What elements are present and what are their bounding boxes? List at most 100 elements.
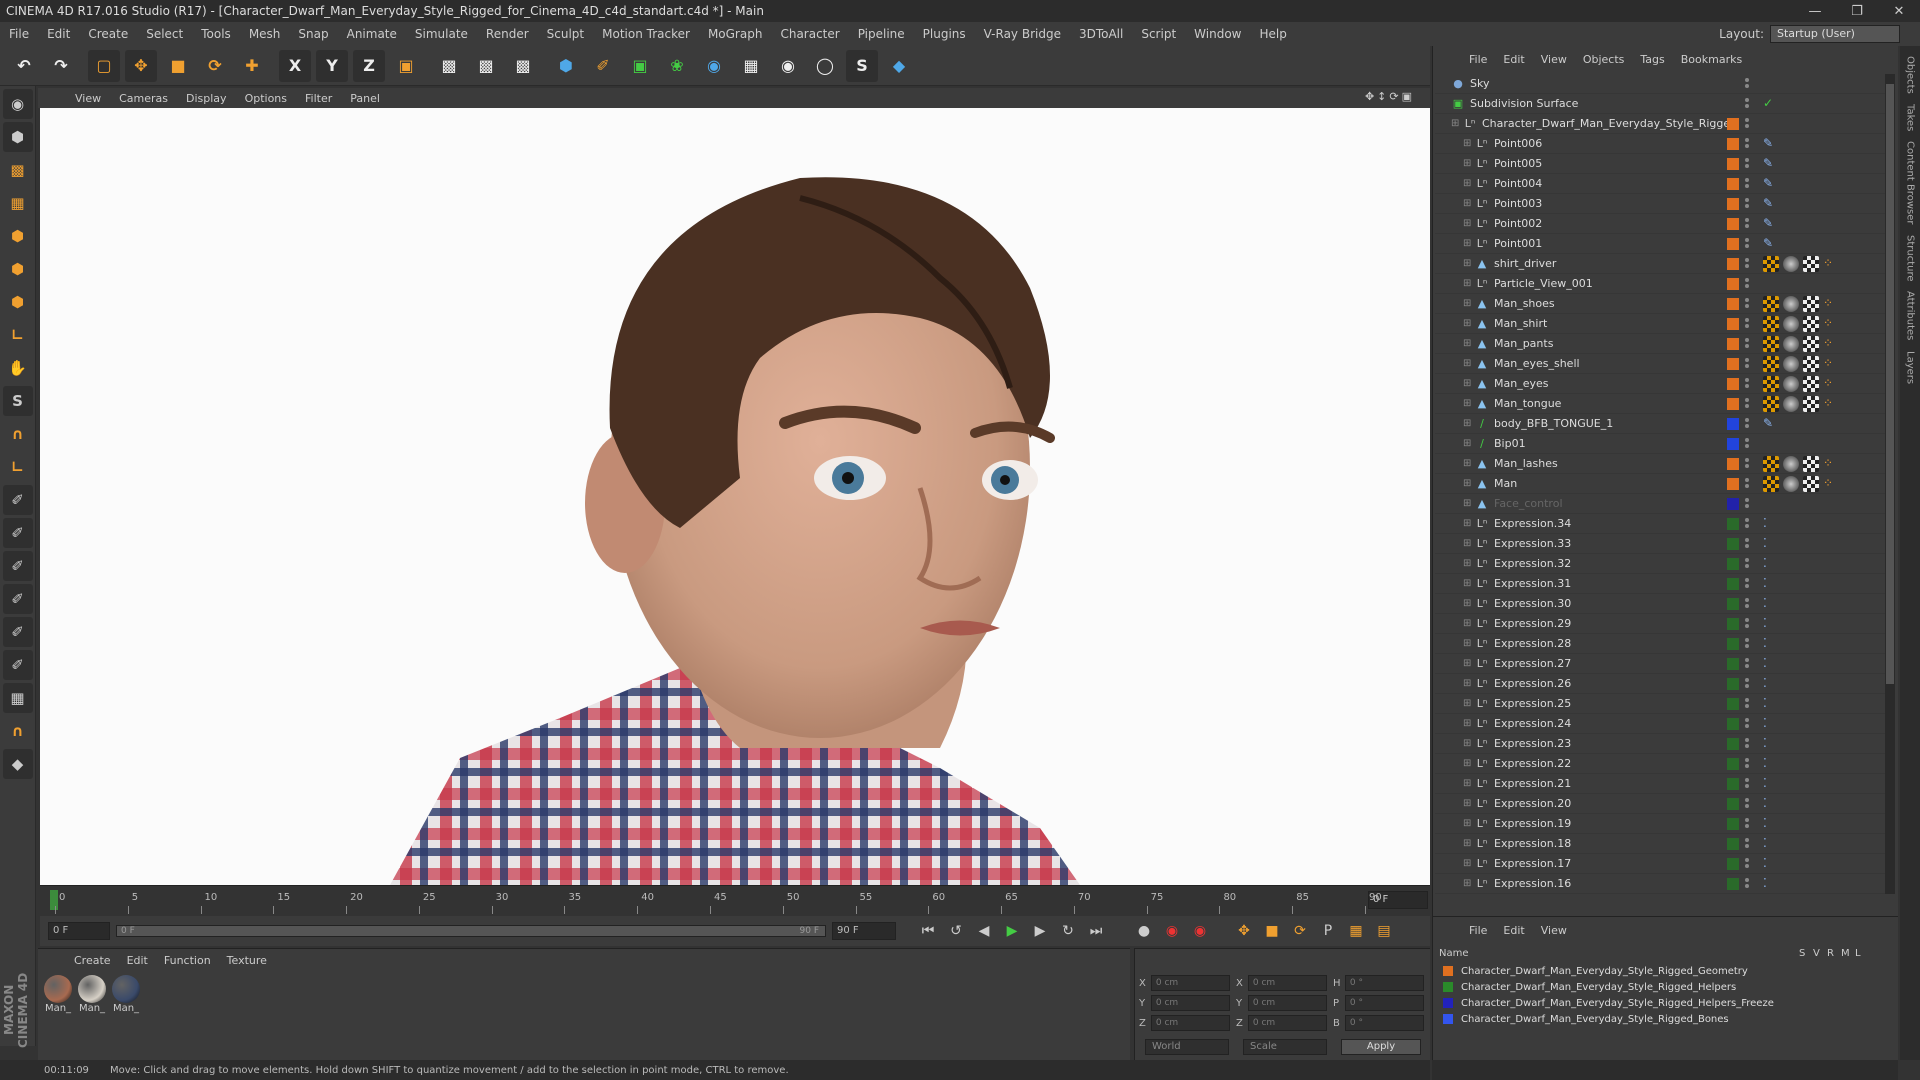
coordinate-value-field[interactable]: 0 cm [1247, 1015, 1327, 1031]
ik-tag-icon[interactable]: ✎ [1763, 176, 1779, 192]
close-icon[interactable]: ✕ [1878, 4, 1920, 19]
menu-item-animate[interactable]: Animate [338, 27, 406, 41]
checker-tag-icon[interactable] [1803, 316, 1819, 332]
layer-color-swatch[interactable] [1727, 198, 1739, 210]
visibility-dots[interactable] [1745, 256, 1751, 272]
visibility-dots[interactable] [1745, 436, 1751, 452]
layer-color-swatch[interactable] [1727, 318, 1739, 330]
rotate-tool-icon[interactable]: ⟳ [199, 50, 231, 82]
object-row[interactable]: ⊞ Lⁿ Expression.29 ⁚ [1435, 614, 1885, 634]
weight-tag-icon[interactable]: ⁘ [1823, 336, 1839, 352]
minimize-icon[interactable]: — [1794, 4, 1836, 19]
material-item[interactable]: Man_ [42, 975, 74, 1014]
weight-tag-icon[interactable]: ⁘ [1823, 376, 1839, 392]
layer-color-swatch[interactable] [1727, 558, 1739, 570]
object-row[interactable]: ⊞ ▲ shirt_driver ⁘ [1435, 254, 1885, 274]
object-row[interactable]: ⊞ Lⁿ Expression.26 ⁚ [1435, 674, 1885, 694]
coordinate-value-field[interactable]: 0 cm [1150, 1015, 1230, 1031]
checker-tag-icon[interactable] [1803, 256, 1819, 272]
side-tab-content-browser[interactable]: Content Browser [1905, 141, 1916, 224]
object-row[interactable]: ⊞ ▲ Man_lashes ⁘ [1435, 454, 1885, 474]
object-row[interactable]: ⊞ ▲ Man ⁘ [1435, 474, 1885, 494]
xpresso-tag-icon[interactable]: ⁚ [1763, 516, 1779, 532]
layer-color-swatch[interactable] [1727, 298, 1739, 310]
timeline-cursor[interactable] [50, 890, 58, 910]
expand-toggle-icon[interactable]: ⊞ [1463, 318, 1473, 329]
sculpt-brush-4-icon[interactable]: ✐ [2, 584, 33, 614]
object-row[interactable]: ⊞ Lⁿ Expression.27 ⁚ [1435, 654, 1885, 674]
python-script-icon[interactable]: ◆ [2, 749, 33, 779]
menu-item-tools[interactable]: Tools [192, 27, 240, 41]
material-menu-edit[interactable]: Edit [119, 954, 156, 967]
expand-toggle-icon[interactable]: ⊞ [1463, 678, 1473, 689]
xpresso-tag-icon[interactable]: ⁚ [1763, 556, 1779, 572]
visibility-dots[interactable] [1745, 376, 1751, 392]
xpresso-tag-icon[interactable]: ⁚ [1763, 536, 1779, 552]
checker-tag-icon[interactable] [1803, 396, 1819, 412]
material-tag-icon[interactable] [1783, 296, 1799, 312]
ik-tag-icon[interactable]: ✎ [1763, 136, 1779, 152]
object-row[interactable]: ⊞ Lⁿ Expression.32 ⁚ [1435, 554, 1885, 574]
object-row[interactable]: ⊞ ▲ Man_tongue ⁘ [1435, 394, 1885, 414]
expand-toggle-icon[interactable]: ⊞ [1463, 398, 1473, 409]
material-tag-icon[interactable] [1783, 376, 1799, 392]
cube-icon[interactable]: ⬢ [550, 50, 582, 82]
layer-menu-view[interactable]: View [1533, 924, 1575, 937]
viewport[interactable] [40, 108, 1430, 885]
visibility-dots[interactable] [1745, 516, 1751, 532]
xpresso-tag-icon[interactable]: ⁚ [1763, 656, 1779, 672]
expand-toggle-icon[interactable]: ⊞ [1451, 118, 1461, 129]
menu-item-create[interactable]: Create [79, 27, 137, 41]
menu-item-character[interactable]: Character [771, 27, 848, 41]
visibility-dots[interactable] [1745, 616, 1751, 632]
material-tag-icon[interactable] [1783, 336, 1799, 352]
layer-color-swatch[interactable] [1727, 698, 1739, 710]
object-row[interactable]: ⊞ ∕ body_BFB_TONGUE_1 ✎ [1435, 414, 1885, 434]
layer-color-swatch[interactable] [1727, 578, 1739, 590]
xpresso-tag-icon[interactable]: ⁚ [1763, 676, 1779, 692]
tweak-mode-icon[interactable]: ✋ [3, 353, 33, 383]
xpresso-tag-icon[interactable]: ⁚ [1763, 696, 1779, 712]
checker-tag-icon[interactable] [1803, 456, 1819, 472]
texture-tag-icon[interactable] [1763, 256, 1779, 272]
visibility-dots[interactable] [1745, 536, 1751, 552]
layer-color-swatch[interactable] [1727, 598, 1739, 610]
sculpt-brush-icon[interactable]: ✐ [2, 485, 33, 515]
coordinate-value-field[interactable]: 0 cm [1247, 995, 1327, 1011]
y-axis-button[interactable]: Y [316, 49, 348, 82]
object-row[interactable]: ⊞ ▲ Man_shirt ⁘ [1435, 314, 1885, 334]
object-row[interactable]: ⊞ Lⁿ Expression.20 ⁚ [1435, 794, 1885, 814]
expand-toggle-icon[interactable]: ⊞ [1463, 378, 1473, 389]
layer-color-swatch[interactable] [1727, 738, 1739, 750]
side-tab-takes[interactable]: Takes [1905, 104, 1916, 131]
menu-item-snap[interactable]: Snap [289, 27, 337, 41]
visibility-dots[interactable] [1745, 696, 1751, 712]
xpresso-tag-icon[interactable]: ⁚ [1763, 816, 1779, 832]
expand-toggle-icon[interactable]: ⊞ [1463, 658, 1473, 669]
key-rotation-icon[interactable]: ⟳ [1288, 919, 1312, 943]
object-row[interactable]: ● Sky [1435, 74, 1885, 94]
object-row[interactable]: ⊞ Lⁿ Expression.18 ⁚ [1435, 834, 1885, 854]
visibility-dots[interactable] [1745, 356, 1751, 372]
layer-row[interactable]: Character_Dwarf_Man_Everyday_Style_Rigge… [1433, 995, 1898, 1011]
expand-toggle-icon[interactable]: ⊞ [1463, 138, 1473, 149]
end-frame-field[interactable]: 90 F [832, 922, 896, 940]
checker-tag-icon[interactable] [1803, 476, 1819, 492]
menu-item-script[interactable]: Script [1132, 27, 1185, 41]
expand-toggle-icon[interactable]: ⊞ [1463, 498, 1473, 509]
expand-toggle-icon[interactable]: ⊞ [1463, 818, 1473, 829]
material-tag-icon[interactable] [1783, 256, 1799, 272]
key-param-icon[interactable]: P [1316, 919, 1340, 943]
expand-toggle-icon[interactable]: ⊞ [1463, 838, 1473, 849]
material-tag-icon[interactable] [1783, 456, 1799, 472]
expand-toggle-icon[interactable]: ⊞ [1463, 738, 1473, 749]
checker-tag-icon[interactable] [1803, 296, 1819, 312]
world-dropdown[interactable]: World [1145, 1039, 1229, 1055]
weight-tag-icon[interactable]: ⁘ [1823, 356, 1839, 372]
go-to-start-icon[interactable]: ⏮ [916, 919, 940, 943]
visibility-dots[interactable] [1745, 316, 1751, 332]
texture-tag-icon[interactable] [1763, 296, 1779, 312]
expand-toggle-icon[interactable]: ⊞ [1463, 758, 1473, 769]
layer-color-swatch[interactable] [1727, 798, 1739, 810]
visibility-dots[interactable] [1745, 796, 1751, 812]
